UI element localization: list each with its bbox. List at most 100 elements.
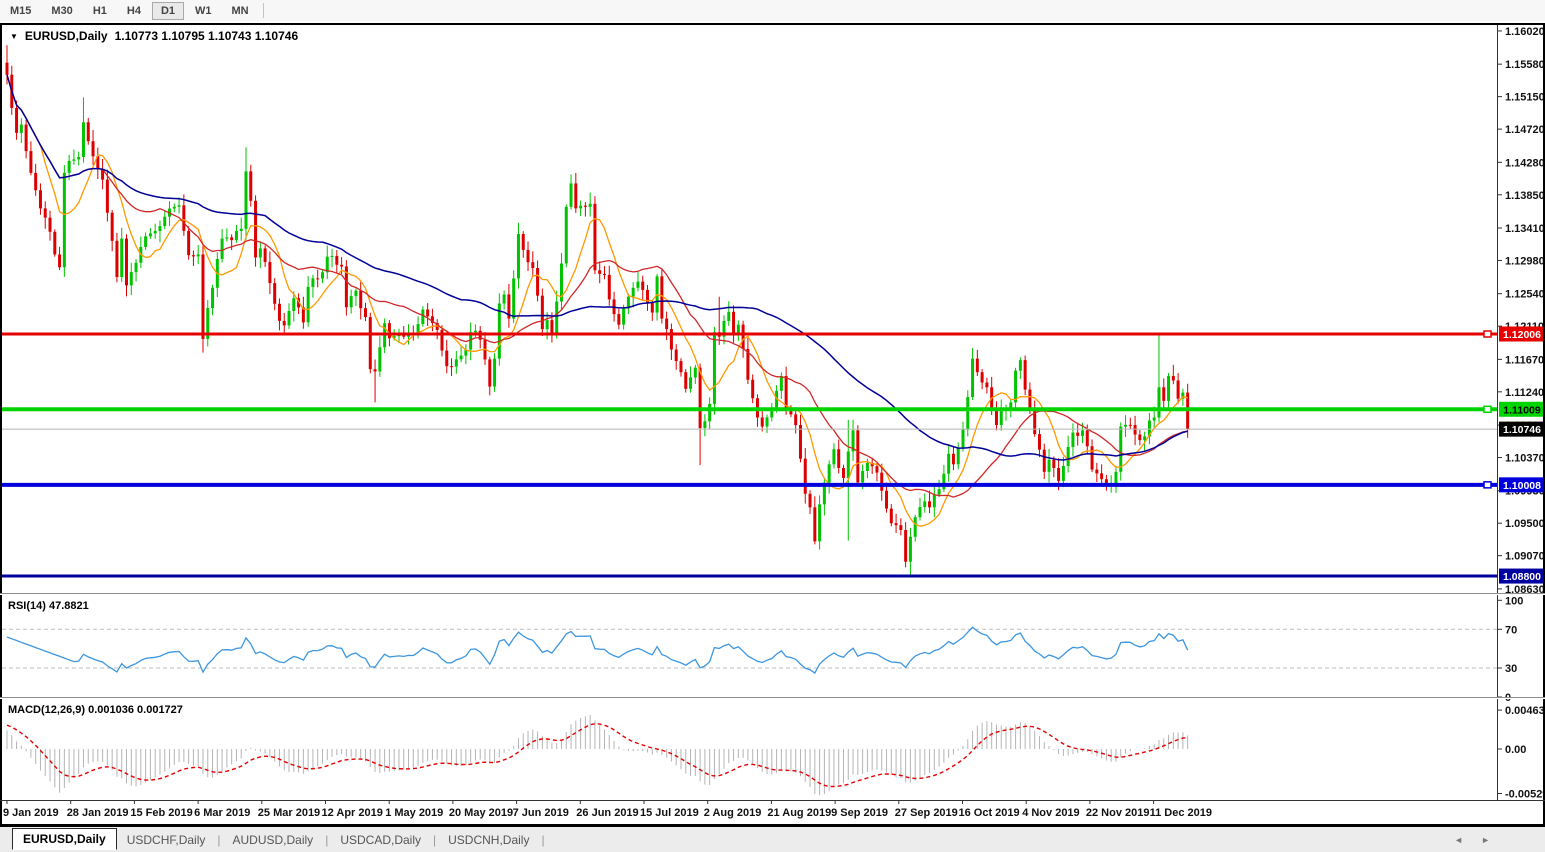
svg-text:0.00463: 0.00463 bbox=[1505, 705, 1545, 717]
macd-histogram bbox=[7, 715, 1188, 795]
current-price-tag: 1.10746 bbox=[1499, 422, 1545, 437]
date-axis: 9 Jan 2019 28 Jan 201915 Feb 20196 Mar 20… bbox=[3, 800, 1212, 819]
svg-text:9 Jan 2019: 9 Jan 2019 bbox=[3, 807, 59, 819]
rsi-value: 47.8821 bbox=[49, 600, 89, 612]
svg-text:15 Feb 2019: 15 Feb 2019 bbox=[130, 807, 192, 819]
tab-usdcnh[interactable]: USDCNH,Daily bbox=[438, 830, 539, 850]
svg-text:16 Oct 2019: 16 Oct 2019 bbox=[959, 807, 1020, 819]
svg-text:1.15150: 1.15150 bbox=[1505, 92, 1545, 104]
timeframe-toolbar: M15M30H1H4D1W1MN bbox=[0, 0, 1545, 21]
tab-usdchf[interactable]: USDCHF,Daily bbox=[117, 830, 216, 850]
price-axis: 1.16020 1.15580 1.15150 1.14720 1.14280 1.138… bbox=[1497, 26, 1545, 596]
chart-canvas[interactable]: 1.16020 1.15580 1.15150 1.14720 1.14280 1.138… bbox=[0, 23, 1545, 827]
timeframe-button-d1[interactable]: D1 bbox=[152, 2, 184, 20]
svg-text:1.10008: 1.10008 bbox=[1503, 480, 1541, 492]
hline-1.12006[interactable] bbox=[2, 331, 1497, 337]
mt4-window: M15M30H1H4D1W1MN 1.160201.155801.151501.… bbox=[0, 0, 1545, 852]
rsi-level-lines bbox=[2, 629, 1497, 668]
svg-text:1.14280: 1.14280 bbox=[1505, 157, 1545, 169]
svg-text:1.16020: 1.16020 bbox=[1505, 26, 1545, 38]
tab-eurusd[interactable]: EURUSD,Daily bbox=[12, 828, 117, 850]
svg-text:1.08800: 1.08800 bbox=[1503, 571, 1541, 583]
svg-text:7 Jun 2019: 7 Jun 2019 bbox=[513, 807, 569, 819]
timeframe-button-mn[interactable]: MN bbox=[223, 2, 258, 20]
tab-separator: | bbox=[323, 833, 330, 847]
timeframe-button-w1[interactable]: W1 bbox=[186, 2, 221, 20]
svg-text:9 Sep 2019: 9 Sep 2019 bbox=[831, 807, 888, 819]
macd-name: MACD(12,26,9) bbox=[8, 704, 85, 716]
svg-text:-0.005299: -0.005299 bbox=[1505, 789, 1545, 801]
svg-text:11 Dec 2019: 11 Dec 2019 bbox=[1150, 807, 1212, 819]
svg-text:26 Jun 2019: 26 Jun 2019 bbox=[576, 807, 638, 819]
svg-text:27 Sep 2019: 27 Sep 2019 bbox=[895, 807, 958, 819]
fast-ma-line bbox=[7, 75, 1188, 527]
timeframe-buttons: M15M30H1H4D1W1MN bbox=[0, 2, 259, 20]
tab-separator: | bbox=[539, 833, 546, 847]
chart-window: 1.16020 1.15580 1.15150 1.14720 1.14280 1.138… bbox=[0, 23, 1545, 827]
macd-values: 0.001036 0.001727 bbox=[88, 704, 183, 716]
chart-title: ▼ EURUSD,Daily 1.10773 1.10795 1.10743 1… bbox=[10, 29, 298, 43]
svg-text:15 Jul 2019: 15 Jul 2019 bbox=[640, 807, 699, 819]
rsi-name: RSI(14) bbox=[8, 600, 46, 612]
tab-scroll-left-icon[interactable]: ◄ bbox=[1454, 835, 1463, 845]
chart-ohlc-values: 1.10773 1.10795 1.10743 1.10746 bbox=[115, 29, 299, 43]
svg-text:22 Nov 2019: 22 Nov 2019 bbox=[1086, 807, 1150, 819]
window-borders bbox=[0, 23, 1545, 827]
svg-text:70: 70 bbox=[1505, 624, 1517, 636]
toolbar-divider bbox=[263, 3, 264, 18]
chart-symbol-label: EURUSD,Daily bbox=[25, 29, 108, 43]
svg-text:1.09500: 1.09500 bbox=[1505, 518, 1545, 530]
svg-text:1.12540: 1.12540 bbox=[1505, 289, 1545, 301]
svg-text:1.12006: 1.12006 bbox=[1503, 329, 1541, 341]
svg-text:12 Apr 2019: 12 Apr 2019 bbox=[322, 807, 383, 819]
price-tag-1.08800: 1.08800 bbox=[1499, 569, 1545, 584]
svg-text:4 Nov 2019: 4 Nov 2019 bbox=[1022, 807, 1079, 819]
tab-separator: | bbox=[215, 833, 222, 847]
svg-text:1.11009: 1.11009 bbox=[1503, 404, 1541, 416]
tab-audusd[interactable]: AUDUSD,Daily bbox=[223, 830, 324, 850]
svg-text:25 Mar 2019: 25 Mar 2019 bbox=[258, 807, 320, 819]
symbol-tabs: EURUSD,DailyUSDCHF,Daily|AUDUSD,Daily|US… bbox=[0, 829, 547, 851]
price-tag-1.11009: 1.11009 bbox=[1499, 402, 1545, 417]
macd-axis: 0.00463 0.00 -0.005299 bbox=[1497, 705, 1545, 800]
timeframe-button-m15[interactable]: M15 bbox=[1, 2, 40, 20]
svg-text:30: 30 bbox=[1505, 663, 1517, 675]
svg-text:2 Aug 2019: 2 Aug 2019 bbox=[704, 807, 762, 819]
rsi-indicator-label: RSI(14) 47.8821 bbox=[8, 600, 89, 612]
hline-1.11009[interactable] bbox=[2, 406, 1497, 412]
tab-scroll-right-icon[interactable]: ► bbox=[1481, 835, 1490, 845]
svg-text:1.13410: 1.13410 bbox=[1505, 223, 1545, 235]
price-tag-1.10008: 1.10008 bbox=[1499, 477, 1545, 492]
svg-text:1.10370: 1.10370 bbox=[1505, 453, 1545, 465]
svg-text:1.15580: 1.15580 bbox=[1505, 59, 1545, 71]
svg-text:100: 100 bbox=[1505, 595, 1523, 607]
symbol-tab-bar: EURUSD,DailyUSDCHF,Daily|AUDUSD,Daily|US… bbox=[0, 827, 1545, 852]
svg-text:1.14720: 1.14720 bbox=[1505, 124, 1545, 136]
svg-text:21 Aug 2019: 21 Aug 2019 bbox=[767, 807, 831, 819]
tab-separator: | bbox=[431, 833, 438, 847]
svg-text:20 May 2019: 20 May 2019 bbox=[449, 807, 513, 819]
tab-usdcad[interactable]: USDCAD,Daily bbox=[330, 830, 431, 850]
svg-text:0.00: 0.00 bbox=[1505, 744, 1526, 756]
symbol-dropdown-icon[interactable]: ▼ bbox=[10, 32, 18, 41]
svg-text:1.11670: 1.11670 bbox=[1505, 354, 1544, 366]
macd-indicator-label: MACD(12,26,9) 0.001036 0.001727 bbox=[8, 704, 183, 716]
tab-scroll-controls: ◄ ► bbox=[1454, 835, 1490, 845]
rsi-curve bbox=[7, 627, 1188, 673]
svg-text:6 Mar 2019: 6 Mar 2019 bbox=[194, 807, 250, 819]
svg-text:1.09070: 1.09070 bbox=[1505, 551, 1545, 563]
svg-text:1 May 2019: 1 May 2019 bbox=[385, 807, 443, 819]
timeframe-button-h4[interactable]: H4 bbox=[118, 2, 150, 20]
hline-1.10008[interactable] bbox=[2, 482, 1497, 488]
timeframe-button-m30[interactable]: M30 bbox=[42, 2, 81, 20]
timeframe-button-h1[interactable]: H1 bbox=[84, 2, 116, 20]
candlesticks bbox=[6, 45, 1190, 577]
rsi-axis: 10070300 bbox=[1497, 595, 1523, 704]
mid-ma-line bbox=[7, 75, 1188, 497]
price-tag-1.12006: 1.12006 bbox=[1499, 327, 1545, 342]
svg-text:1.13850: 1.13850 bbox=[1505, 190, 1545, 202]
svg-text:1.12980: 1.12980 bbox=[1505, 255, 1545, 267]
svg-text:1.11240: 1.11240 bbox=[1505, 387, 1544, 399]
svg-text:1.10746: 1.10746 bbox=[1503, 424, 1541, 436]
svg-text:28 Jan 2019: 28 Jan 2019 bbox=[67, 807, 129, 819]
